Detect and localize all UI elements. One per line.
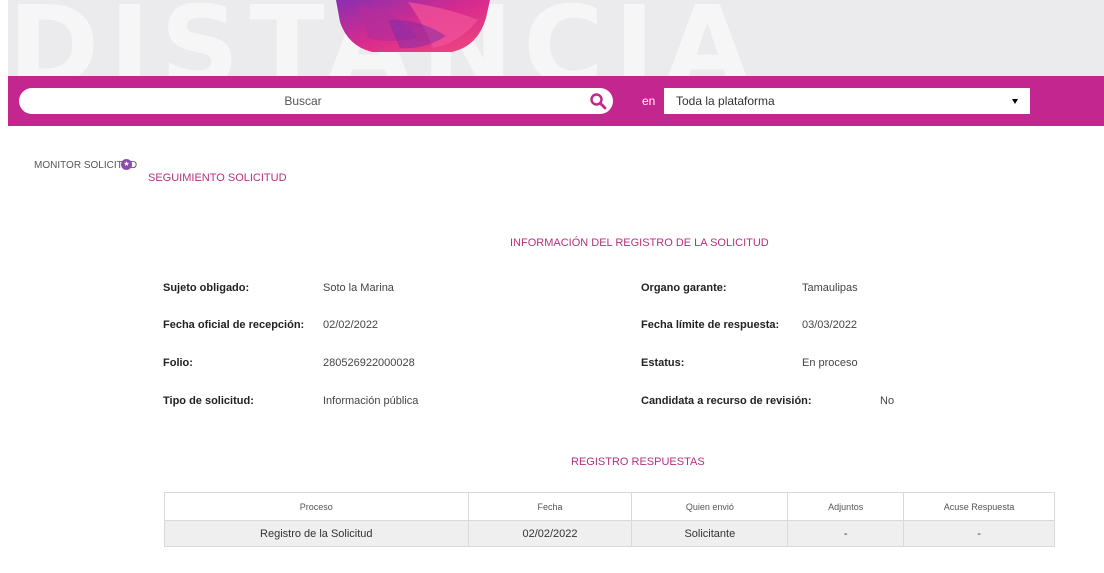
column-header-proceso: Proceso	[164, 492, 469, 521]
candidata-recurso-label: Candidata a recurso de revisión:	[641, 395, 812, 407]
fecha-limite-value: 03/03/2022	[802, 319, 858, 331]
sujeto-obligado-value: Soto la Marina	[323, 282, 394, 294]
table-cell-fecha: 02/02/2022	[467, 520, 633, 547]
fecha-limite-label: Fecha límite de respuesta:	[641, 319, 780, 331]
info-section-title: INFORMACIÓN DEL REGISTRO DE LA SOLICITUD	[510, 237, 769, 249]
table-cell-adjuntos: -	[787, 520, 905, 547]
search-box	[19, 88, 613, 114]
star-badge-icon: ★	[121, 159, 132, 170]
column-header-fecha: Fecha	[467, 492, 633, 521]
header-banner: DISTANCIA	[8, 0, 1104, 76]
fecha-recepcion-label: Fecha oficial de recepción:	[163, 319, 305, 331]
organo-garante-value: Tamaulipas	[802, 282, 858, 294]
table-cell-proceso: Registro de la Solicitud	[164, 520, 469, 547]
table-header-row: Proceso Fecha Quien envió Adjuntos Acuse…	[164, 492, 1055, 521]
estatus-value: En proceso	[802, 357, 858, 369]
scope-select-value: Toda la plataforma	[676, 94, 775, 108]
table-cell-acuse-respuesta: -	[903, 520, 1055, 547]
tipo-solicitud-label: Tipo de solicitud:	[163, 395, 254, 407]
organo-garante-label: Organo garante:	[641, 282, 727, 294]
estatus-label: Estatus:	[641, 357, 685, 369]
column-header-quien-envio: Quien envió	[631, 492, 789, 521]
search-bar: en Toda la plataforma	[8, 76, 1104, 126]
platform-logo	[336, 0, 490, 52]
scope-label: en	[642, 94, 656, 108]
page-title: SEGUIMIENTO SOLICITUD	[148, 172, 287, 184]
folio-label: Folio:	[163, 357, 193, 369]
sujeto-obligado-label: Sujeto obligado:	[163, 282, 250, 294]
chevron-down-icon	[1012, 99, 1018, 104]
responses-table: Proceso Fecha Quien envió Adjuntos Acuse…	[164, 492, 1055, 547]
folio-value: 280526922000028	[323, 357, 415, 369]
table-cell-quien-envio: Solicitante	[631, 520, 789, 547]
fecha-recepcion-value: 02/02/2022	[323, 319, 379, 331]
search-icon[interactable]	[589, 92, 607, 110]
scope-select[interactable]: Toda la plataforma	[664, 88, 1030, 114]
tipo-solicitud-value: Información pública	[323, 395, 419, 407]
table-row: Registro de la Solicitud 02/02/2022 Soli…	[164, 520, 1055, 547]
column-header-acuse-respuesta: Acuse Respuesta	[903, 492, 1055, 521]
candidata-recurso-value: No	[880, 395, 895, 407]
responses-section-title: REGISTRO RESPUESTAS	[571, 456, 705, 468]
search-input[interactable]	[33, 88, 573, 114]
column-header-adjuntos: Adjuntos	[787, 492, 905, 521]
